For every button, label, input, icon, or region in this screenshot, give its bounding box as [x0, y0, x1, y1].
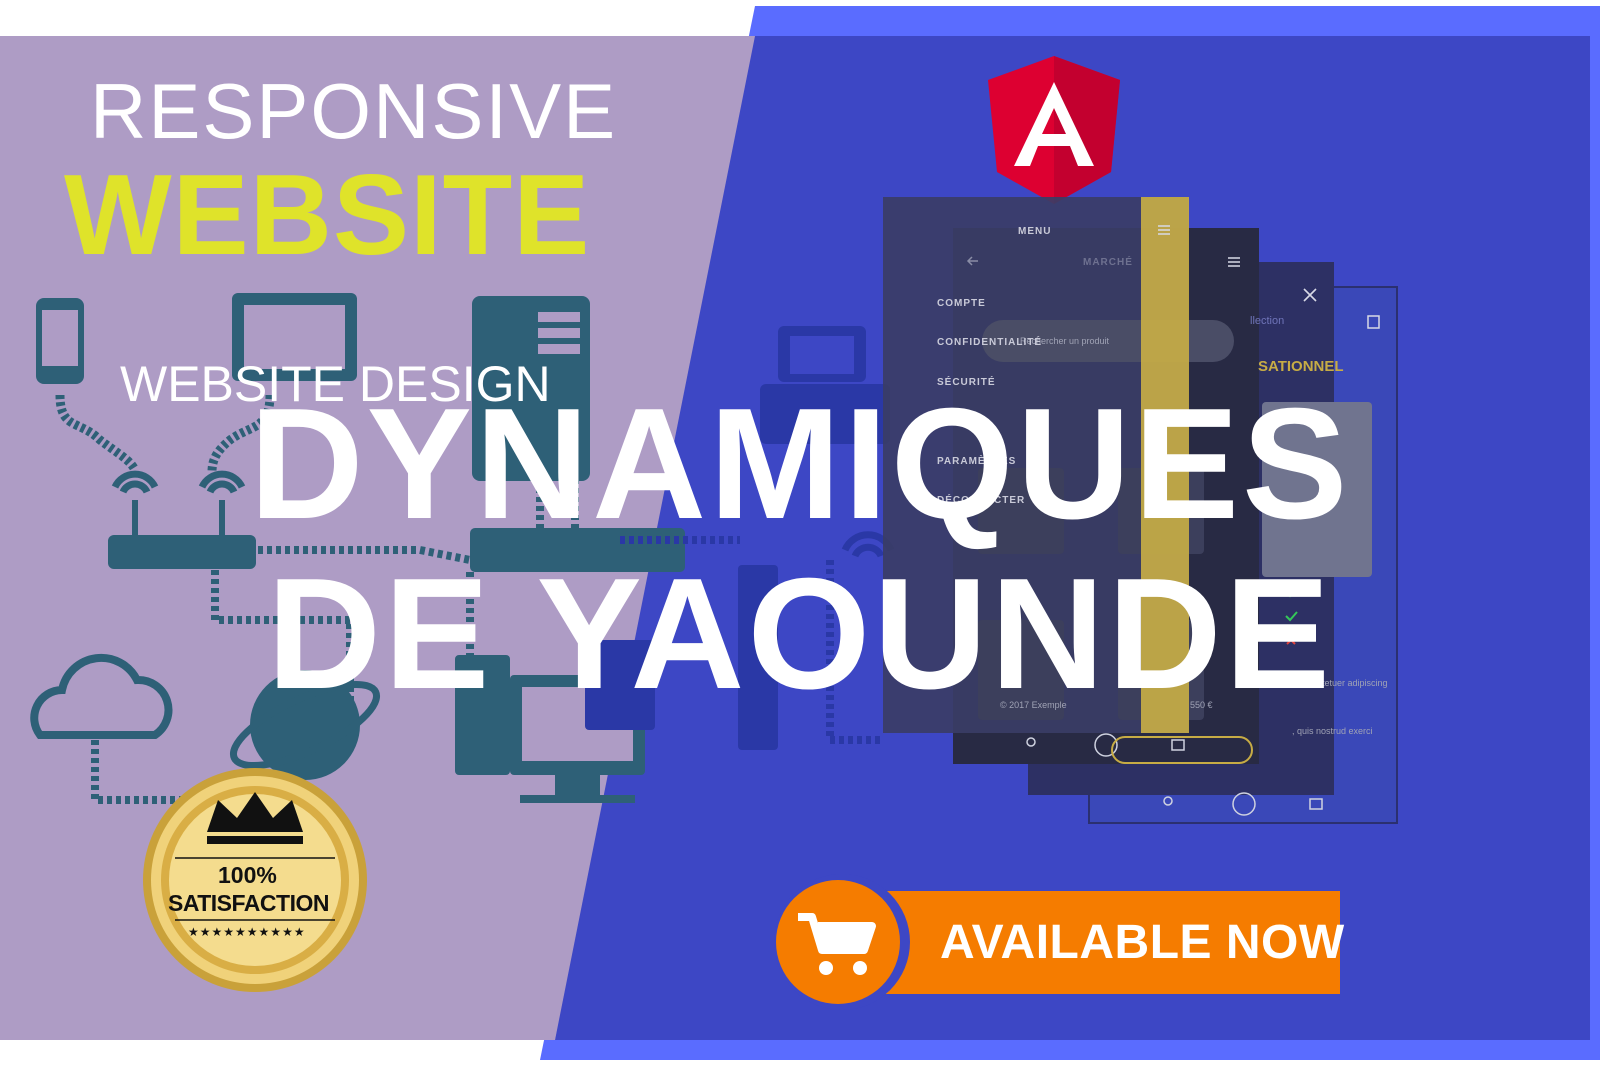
website-heading: WEBSITE — [64, 152, 591, 279]
phone-lorem-text: , quis nostrud exerci — [1292, 726, 1373, 736]
main-title-line2: DE YAOUNDE — [266, 546, 1334, 722]
phone-collection-label: llection — [1250, 315, 1285, 327]
badge-percent: 100% — [218, 862, 277, 888]
phone-menu-item: COMPTE — [937, 298, 986, 309]
phone-sensational-label: SATIONNEL — [1258, 358, 1344, 375]
phone-menu-title: MENU — [1018, 226, 1052, 237]
badge-stars: ★★★★★★★★★★ — [188, 925, 306, 939]
main-title-line1: DYNAMIQUES — [249, 376, 1351, 552]
phone-menu-item: CONFIDENTIALITÉ — [937, 337, 1042, 348]
badge-satisfaction: SATISFACTION — [168, 890, 329, 916]
responsive-heading: RESPONSIVE — [90, 67, 618, 155]
phone-market-title: MARCHÉ — [1083, 257, 1133, 268]
banner: MENU MARCHÉ Rechercher un produit COMPTE… — [0, 0, 1600, 1076]
available-now-button[interactable]: AVAILABLE NOW — [940, 915, 1345, 970]
